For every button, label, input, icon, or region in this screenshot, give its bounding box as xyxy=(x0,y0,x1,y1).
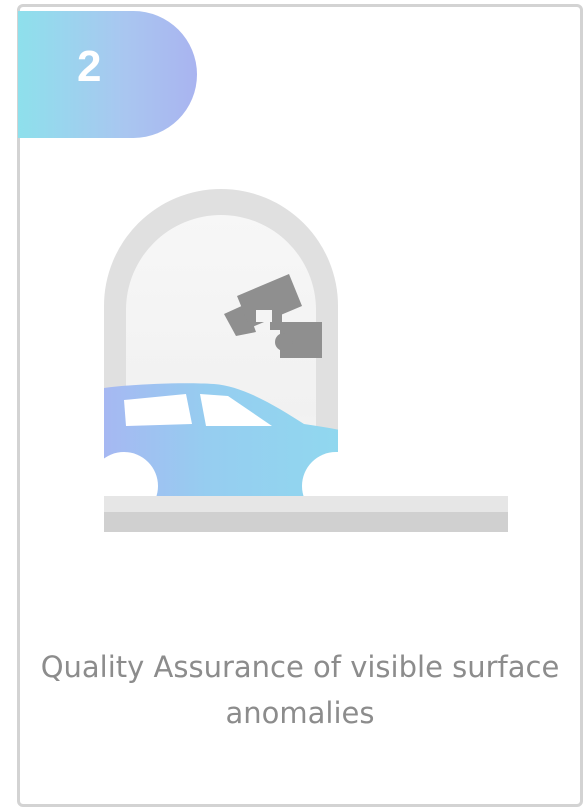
step-number: 2 xyxy=(77,42,102,91)
illustration xyxy=(104,189,508,532)
step-badge: 2 xyxy=(18,11,197,138)
ground-platform-icon xyxy=(104,496,508,532)
caption-text: Quality Assurance of visible surface ano… xyxy=(40,650,560,730)
